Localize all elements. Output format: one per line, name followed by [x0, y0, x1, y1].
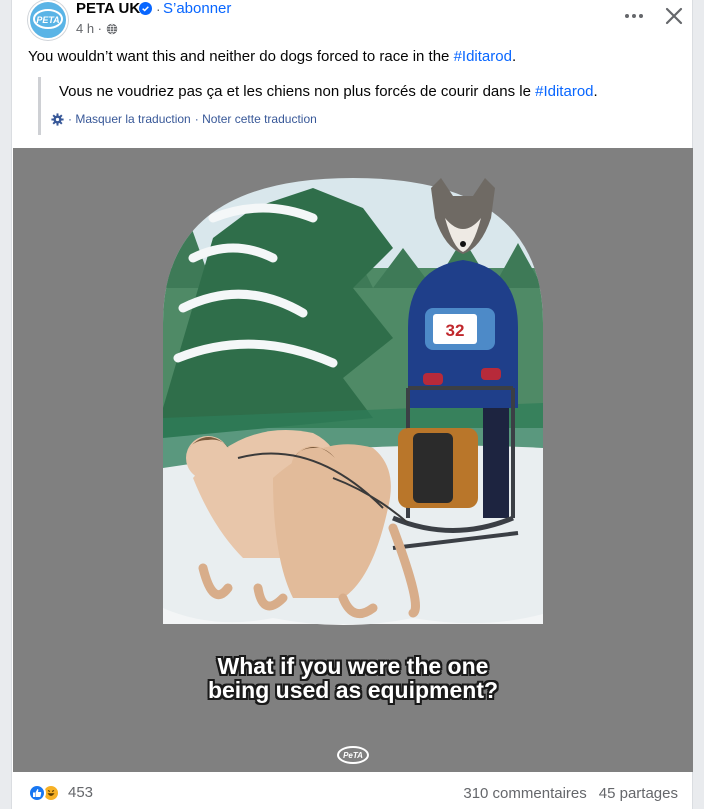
- caption-line-2: being used as equipment?: [207, 677, 499, 703]
- post-header: PETA PETA UK · S’abonner 4 h ·: [28, 0, 688, 40]
- peta-logo-icon: PETA: [31, 3, 65, 37]
- separator-dot: ·: [156, 1, 161, 17]
- page-name-link[interactable]: PETA UK: [76, 0, 140, 18]
- reactions-summary[interactable]: 453: [28, 784, 93, 802]
- gear-icon[interactable]: [51, 112, 64, 126]
- close-icon[interactable]: [662, 4, 686, 28]
- post-footer: 453 310 commentaires 45 partages: [12, 772, 694, 809]
- comments-count-link[interactable]: 310 commentaires: [463, 785, 586, 803]
- post-image[interactable]: 32 What if you were the one being used a…: [13, 148, 693, 772]
- engagement-counts: 310 commentaires 45 partages: [463, 785, 678, 803]
- hide-translation-link[interactable]: · Masquer la traduction: [68, 111, 191, 127]
- hashtag-link[interactable]: #Iditarod: [454, 48, 512, 65]
- translated-hashtag-link[interactable]: #Iditarod: [535, 83, 593, 100]
- shares-count-link[interactable]: 45 partages: [599, 785, 678, 803]
- post-card: PETA PETA UK · S’abonner 4 h · You would…: [11, 0, 693, 809]
- translation-actions: · Masquer la traduction · Noter cette tr…: [51, 111, 317, 127]
- post-meta: 4 h ·: [76, 21, 118, 37]
- translated-text-body: Vous ne voudriez pas ça et les chiens no…: [59, 83, 536, 100]
- translation-block: Vous ne voudriez pas ça et les chiens no…: [38, 77, 688, 135]
- caption-line-1: What if you were the one: [217, 653, 489, 679]
- translated-text: Vous ne voudriez pas ça et les chiens no…: [59, 82, 598, 102]
- avatar-text: PETA: [36, 15, 59, 25]
- like-reaction-icon: [28, 784, 46, 802]
- translated-text-end: .: [593, 83, 598, 100]
- reaction-count[interactable]: 453: [68, 784, 93, 802]
- post-text-body: You wouldn’t want this and neither do do…: [28, 48, 454, 65]
- post-text: You wouldn’t want this and neither do do…: [28, 47, 516, 67]
- verified-badge-icon: [139, 2, 152, 15]
- post-text-end: .: [511, 48, 517, 65]
- bib-number: 32: [446, 321, 465, 340]
- page-avatar[interactable]: PETA: [28, 0, 68, 40]
- rate-translation-link[interactable]: · Noter cette traduction: [195, 111, 317, 127]
- image-caption: What if you were the one being used as e…: [13, 654, 693, 702]
- globe-icon[interactable]: [106, 23, 118, 35]
- more-options-icon[interactable]: [622, 6, 646, 26]
- follow-button[interactable]: S’abonner: [163, 0, 231, 18]
- post-timestamp[interactable]: 4 h ·: [76, 21, 102, 37]
- peta-watermark-logo: PeTA: [337, 746, 369, 764]
